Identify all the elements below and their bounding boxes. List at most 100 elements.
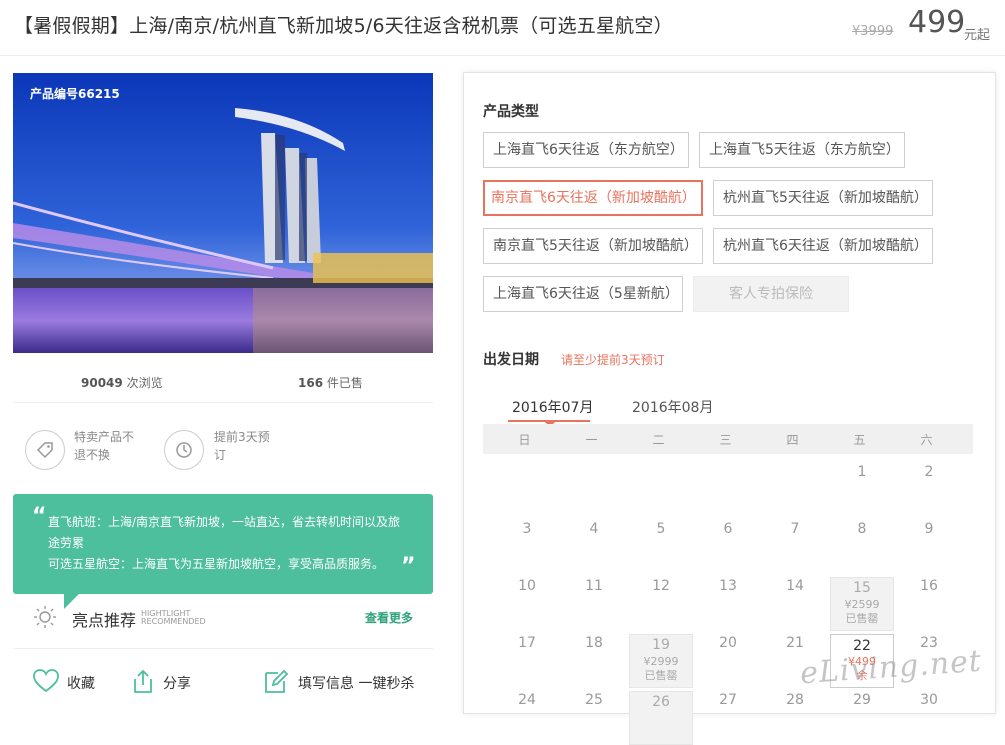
day-number: 21 <box>786 635 804 651</box>
calendar-day: 7 <box>763 518 827 572</box>
calendar-day: 20 <box>696 632 760 686</box>
sun-icon <box>33 605 57 633</box>
fill-info-button[interactable]: 填写信息 一键秒杀 <box>298 673 414 693</box>
highlight-title-en-2: RECOMMENDED <box>141 617 206 626</box>
product-option-7[interactable]: 上海直飞6天往返（5星新航） <box>483 276 683 312</box>
day-number: 12 <box>652 578 670 594</box>
highlight-title: 亮点推荐 <box>72 611 137 630</box>
day-number: 17 <box>518 635 536 651</box>
calendar-day: 8 <box>830 518 894 572</box>
highlight-line-1: 直飞航班：上海/南京直飞新加坡，一站直达，省去转机时间以及旅途劳累 <box>48 515 401 550</box>
calendar-day: 10 <box>495 575 559 629</box>
day-number: 7 <box>790 521 800 537</box>
day-price: ¥2999 <box>643 655 679 668</box>
sold-count: 166 件已售 <box>298 374 363 391</box>
month-tab-jul[interactable]: 2016年07月 <box>512 397 593 417</box>
calendar-day: 24 <box>495 689 559 743</box>
weekday-header: 日 一 二 三 四 五 六 <box>483 424 973 454</box>
highlight-title-en: HIGHTLIGHT RECOMMENDED <box>141 610 206 626</box>
day-number: 26 <box>652 694 670 710</box>
quote-open-icon: “ <box>32 504 47 529</box>
calendar-day: 11 <box>562 575 626 629</box>
price-unit: 元起 <box>964 28 991 43</box>
product-number: 产品编号66215 <box>30 87 120 101</box>
calendar-day: 9 <box>897 518 961 572</box>
current-price: 499 <box>908 5 966 40</box>
sold-count-number: 166 <box>298 376 324 390</box>
calendar-day: 16 <box>897 575 961 629</box>
calendar-day: 18 <box>562 632 626 686</box>
day-number: 29 <box>853 692 871 708</box>
day-number: 30 <box>920 692 938 708</box>
calendar-day: 25 <box>562 689 626 743</box>
feature-text-2: 退不换 <box>74 448 111 462</box>
weekday-tue: 二 <box>652 433 665 447</box>
heart-icon[interactable] <box>32 668 60 698</box>
day-status: 已售罄 <box>644 669 678 682</box>
feature-book-ahead: 提前3天预 订 <box>214 428 270 464</box>
calendar-day: 27 <box>696 689 760 743</box>
day-number: 1 <box>857 464 867 480</box>
day-number: 18 <box>585 635 603 651</box>
day-number: 11 <box>585 578 603 594</box>
day-number: 20 <box>719 635 737 651</box>
highlight-divider <box>13 648 433 649</box>
share-icon[interactable] <box>130 668 156 698</box>
day-number: 10 <box>518 578 536 594</box>
product-option-6[interactable]: 杭州直飞6天往返（新加坡酷航） <box>713 228 933 264</box>
share-button[interactable]: 分享 <box>163 673 191 693</box>
month-tab-aug[interactable]: 2016年08月 <box>632 397 713 417</box>
feature-no-refund: 特卖产品不 退不换 <box>74 428 134 464</box>
day-number: 3 <box>522 521 532 537</box>
product-option-1[interactable]: 上海直飞6天往返（东方航空） <box>483 132 689 168</box>
day-number: 28 <box>786 692 804 708</box>
day-number: 25 <box>585 692 603 708</box>
day-number: 13 <box>719 578 737 594</box>
sold-count-label: 件已售 <box>323 376 363 390</box>
product-type-title: 产品类型 <box>483 104 539 120</box>
calendar-day-soldout: 19 ¥2999 已售罄 <box>629 634 693 688</box>
day-number: 14 <box>786 578 804 594</box>
departure-title: 出发日期 <box>483 352 539 368</box>
product-option-3[interactable]: 南京直飞6天往返（新加坡酷航） <box>483 180 703 216</box>
day-number: 9 <box>924 521 934 537</box>
calendar-day: 28 <box>763 689 827 743</box>
weekday-sun: 日 <box>518 433 531 447</box>
calendar-day-soldout: 15 ¥2599 已售罄 <box>830 577 894 631</box>
calendar-day: 30 <box>897 689 961 743</box>
weekday-fri: 五 <box>853 433 866 447</box>
day-number: 27 <box>719 692 737 708</box>
view-count-label: 次浏览 <box>122 376 163 390</box>
calendar-day: 3 <box>495 518 559 572</box>
product-option-4[interactable]: 杭州直飞5天往返（新加坡酷航） <box>713 180 933 216</box>
quote-close-icon: ” <box>401 554 416 579</box>
page-title: 【暑假假期】上海/南京/杭州直飞新加坡5/6天往返含税机票（可选五星航空） <box>14 15 673 37</box>
day-number: 8 <box>857 521 867 537</box>
edit-icon[interactable] <box>263 668 289 698</box>
stats-divider <box>13 402 433 403</box>
product-option-5[interactable]: 南京直飞5天往返（新加坡酷航） <box>483 228 703 264</box>
calendar-day: 14 <box>763 575 827 629</box>
weekday-thu: 四 <box>786 433 799 447</box>
product-image[interactable] <box>13 73 433 353</box>
original-price: ¥3999 <box>852 24 894 39</box>
calendar-day: 4 <box>562 518 626 572</box>
favorite-button[interactable]: 收藏 <box>67 673 95 693</box>
calendar-day: 17 <box>495 632 559 686</box>
calendar-day-soldout: 26 <box>629 691 693 745</box>
view-more-link[interactable]: 查看更多 <box>365 609 413 626</box>
tag-icon <box>25 430 65 470</box>
product-option-2[interactable]: 上海直飞5天往返（东方航空） <box>699 132 905 168</box>
calendar-day: 29 <box>830 689 894 743</box>
day-price: ¥2599 <box>844 598 880 611</box>
calendar-day: 1 <box>830 461 894 515</box>
day-number: 19 <box>652 637 670 653</box>
header-divider <box>0 55 1005 56</box>
day-number: 24 <box>518 692 536 708</box>
clock-icon <box>164 430 204 470</box>
calendar-day: 13 <box>696 575 760 629</box>
calendar-day: 2 <box>897 461 961 515</box>
highlight-box: “ 直飞航班：上海/南京直飞新加坡，一站直达，省去转机时间以及旅途劳累 可选五星… <box>13 494 433 594</box>
feature-text-1: 特卖产品不 <box>74 430 135 444</box>
feature-text-2: 订 <box>214 448 227 462</box>
